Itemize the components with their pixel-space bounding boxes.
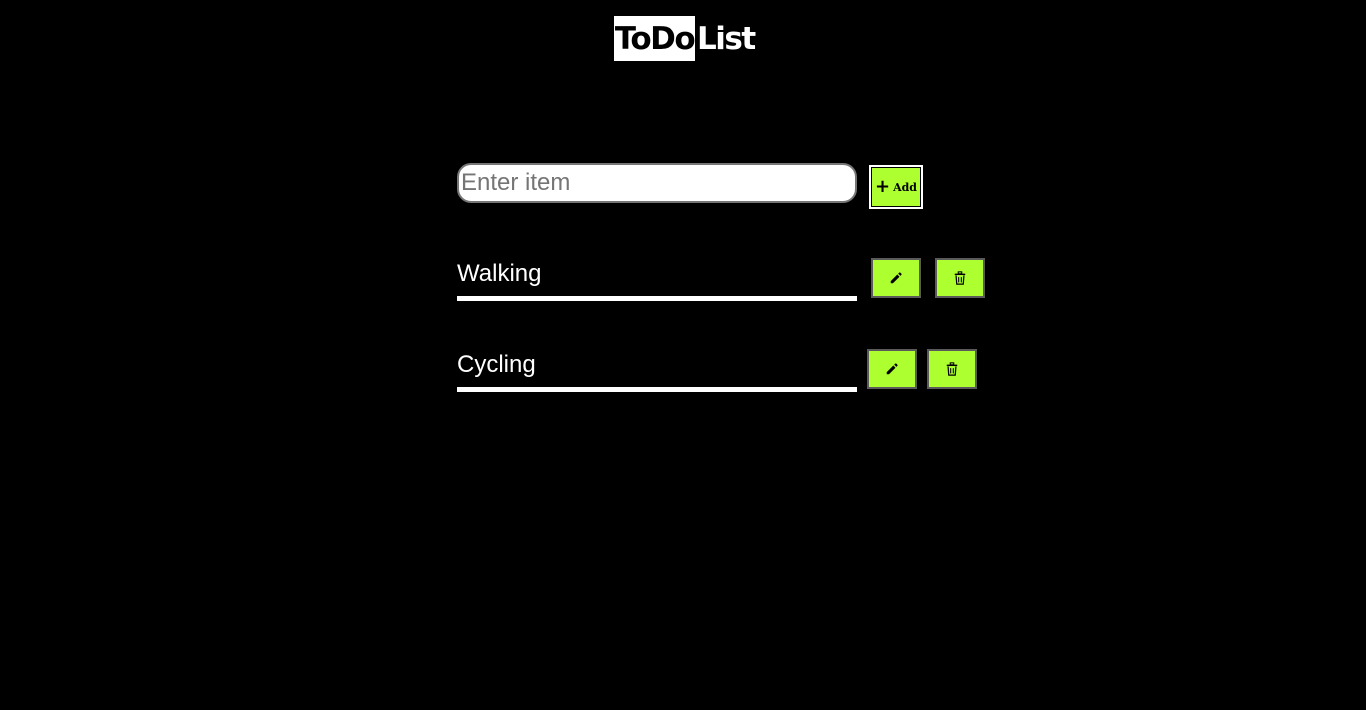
- delete-button[interactable]: [935, 258, 985, 298]
- todo-text[interactable]: Walking: [457, 258, 857, 301]
- list-item: Walking: [457, 258, 987, 302]
- plus-icon: +: [874, 176, 891, 197]
- item-input[interactable]: [457, 163, 857, 203]
- add-button[interactable]: + Add: [870, 166, 922, 208]
- title-rest: List: [697, 20, 756, 57]
- delete-button[interactable]: [927, 349, 977, 389]
- trash-icon: [946, 362, 958, 376]
- todo-app: ToDo List + Add Walking Cycling: [0, 0, 1366, 710]
- pencil-icon: [886, 363, 898, 375]
- title-highlight: ToDo: [614, 16, 696, 61]
- page-title: ToDo List: [614, 16, 756, 61]
- pencil-icon: [890, 272, 902, 284]
- add-button-label: Add: [893, 180, 917, 194]
- todo-text[interactable]: Cycling: [457, 349, 857, 392]
- trash-icon: [954, 271, 966, 285]
- edit-button[interactable]: [871, 258, 921, 298]
- edit-button[interactable]: [867, 349, 917, 389]
- list-item: Cycling: [457, 349, 987, 393]
